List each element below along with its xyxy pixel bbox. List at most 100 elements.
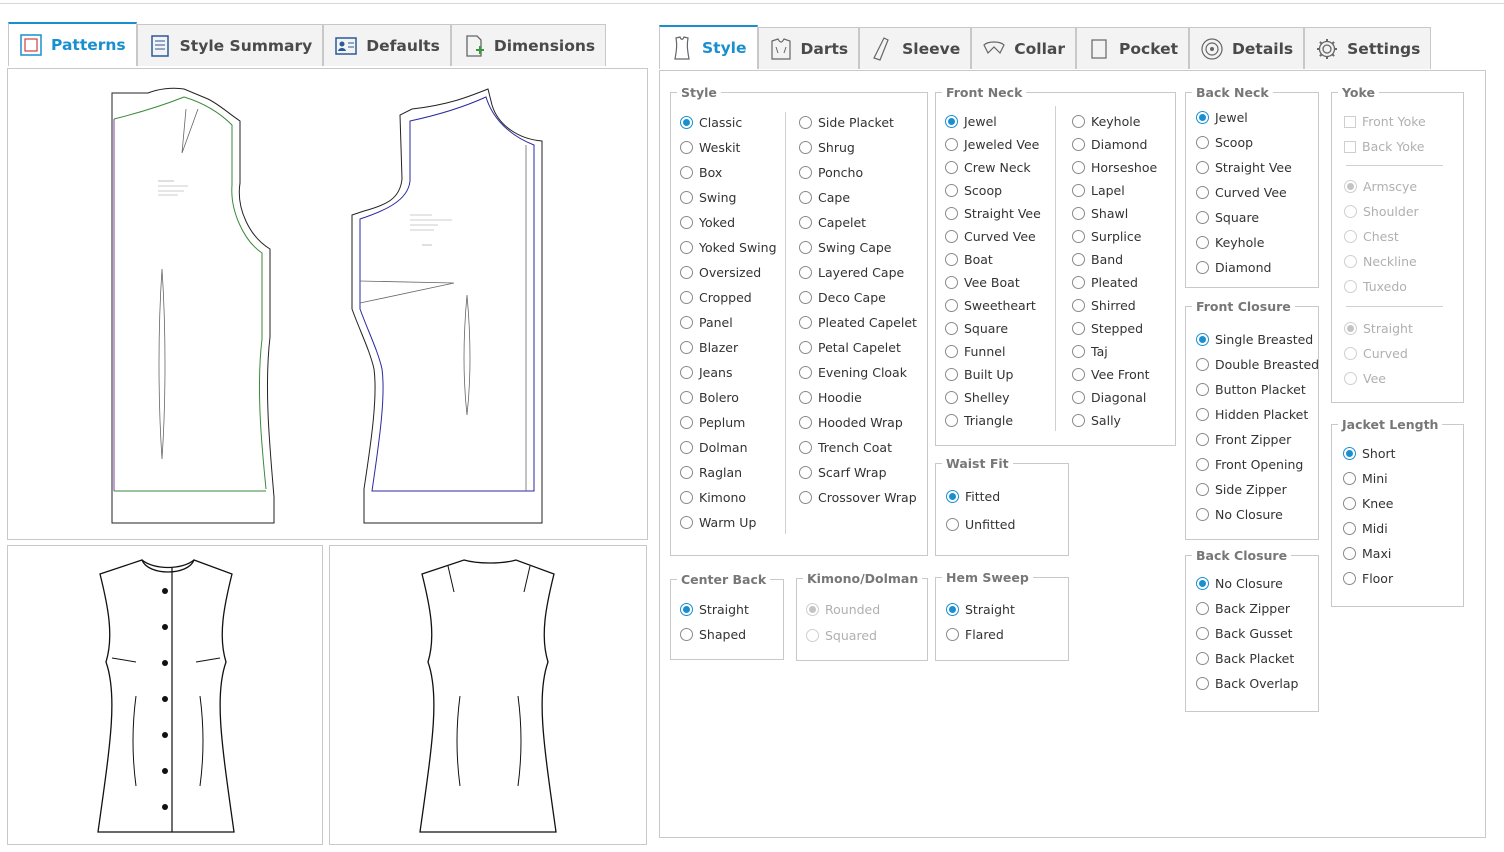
radio-circle[interactable]	[680, 628, 693, 641]
radio-circle[interactable]	[1196, 483, 1209, 496]
tab-style-summary[interactable]: Style Summary	[136, 24, 324, 66]
radio-circle[interactable]	[1343, 547, 1356, 560]
radio-circle[interactable]	[1196, 433, 1209, 446]
back-neck-radio-straight-vee[interactable]: Straight Vee	[1196, 155, 1292, 180]
radio-circle[interactable]	[1072, 414, 1085, 427]
front-neck-radio-taj[interactable]: Taj	[1072, 340, 1157, 363]
jacket-length-radio-midi[interactable]: Midi	[1343, 516, 1396, 541]
radio-circle[interactable]	[1196, 508, 1209, 521]
style-radio-crossover-wrap[interactable]: Crossover Wrap	[799, 485, 917, 510]
front-closure-radio-front-opening[interactable]: Front Opening	[1196, 452, 1319, 477]
style-radio-oversized[interactable]: Oversized	[680, 260, 777, 285]
style-radio-box[interactable]: Box	[680, 160, 777, 185]
radio-circle[interactable]	[1343, 472, 1356, 485]
tab-details[interactable]: Details	[1189, 27, 1305, 69]
radio-circle[interactable]	[799, 491, 812, 504]
radio-circle[interactable]	[1072, 138, 1085, 151]
front-closure-radio-button-placket[interactable]: Button Placket	[1196, 377, 1319, 402]
back-closure-radio-back-gusset[interactable]: Back Gusset	[1196, 621, 1298, 646]
style-radio-layered-cape[interactable]: Layered Cape	[799, 260, 917, 285]
hem-sweep-radio-flared[interactable]: Flared	[946, 622, 1015, 647]
front-neck-radio-lapel[interactable]: Lapel	[1072, 179, 1157, 202]
jacket-length-radio-mini[interactable]: Mini	[1343, 466, 1396, 491]
style-radio-capelet[interactable]: Capelet	[799, 210, 917, 235]
style-radio-swing[interactable]: Swing	[680, 185, 777, 210]
radio-circle[interactable]	[799, 416, 812, 429]
radio-circle[interactable]	[1072, 207, 1085, 220]
style-radio-bolero[interactable]: Bolero	[680, 385, 777, 410]
radio-circle[interactable]	[945, 230, 958, 243]
radio-circle[interactable]	[946, 518, 959, 531]
radio-circle[interactable]	[680, 441, 693, 454]
front-neck-radio-horseshoe[interactable]: Horseshoe	[1072, 156, 1157, 179]
radio-circle[interactable]	[1196, 677, 1209, 690]
radio-circle[interactable]	[680, 191, 693, 204]
front-closure-radio-double-breasted[interactable]: Double Breasted	[1196, 352, 1319, 377]
radio-circle[interactable]	[680, 316, 693, 329]
radio-circle[interactable]	[799, 141, 812, 154]
front-closure-radio-hidden-placket[interactable]: Hidden Placket	[1196, 402, 1319, 427]
style-radio-yoked[interactable]: Yoked	[680, 210, 777, 235]
style-radio-shrug[interactable]: Shrug	[799, 135, 917, 160]
center-back-radio-straight[interactable]: Straight	[680, 597, 749, 622]
front-neck-radio-pleated[interactable]: Pleated	[1072, 271, 1157, 294]
radio-circle[interactable]	[1196, 408, 1209, 421]
radio-circle[interactable]	[1196, 652, 1209, 665]
front-neck-radio-sweetheart[interactable]: Sweetheart	[945, 294, 1041, 317]
radio-circle[interactable]	[1196, 236, 1209, 249]
radio-circle[interactable]	[1072, 230, 1085, 243]
radio-circle[interactable]	[799, 241, 812, 254]
back-neck-radio-diamond[interactable]: Diamond	[1196, 255, 1292, 280]
front-neck-radio-funnel[interactable]: Funnel	[945, 340, 1041, 363]
radio-circle[interactable]	[1196, 186, 1209, 199]
radio-circle[interactable]	[680, 516, 693, 529]
radio-circle[interactable]	[680, 291, 693, 304]
style-radio-dolman[interactable]: Dolman	[680, 435, 777, 460]
radio-circle[interactable]	[945, 253, 958, 266]
radio-circle[interactable]	[1072, 184, 1085, 197]
front-closure-radio-front-zipper[interactable]: Front Zipper	[1196, 427, 1319, 452]
style-radio-cropped[interactable]: Cropped	[680, 285, 777, 310]
radio-circle[interactable]	[945, 299, 958, 312]
radio-circle[interactable]	[945, 391, 958, 404]
front-neck-radio-shawl[interactable]: Shawl	[1072, 202, 1157, 225]
radio-circle[interactable]	[945, 115, 958, 128]
style-radio-yoked-swing[interactable]: Yoked Swing	[680, 235, 777, 260]
front-neck-radio-built-up[interactable]: Built Up	[945, 363, 1041, 386]
radio-circle[interactable]	[680, 341, 693, 354]
radio-circle[interactable]	[945, 184, 958, 197]
radio-circle[interactable]	[945, 276, 958, 289]
radio-circle[interactable]	[1072, 276, 1085, 289]
radio-circle[interactable]	[799, 341, 812, 354]
front-closure-radio-single-breasted[interactable]: Single Breasted	[1196, 327, 1319, 352]
radio-circle[interactable]	[1072, 345, 1085, 358]
radio-circle[interactable]	[799, 216, 812, 229]
radio-circle[interactable]	[1343, 497, 1356, 510]
style-radio-panel[interactable]: Panel	[680, 310, 777, 335]
tab-darts[interactable]: Darts	[757, 27, 860, 69]
back-neck-radio-square[interactable]: Square	[1196, 205, 1292, 230]
front-neck-radio-vee-boat[interactable]: Vee Boat	[945, 271, 1041, 294]
radio-circle[interactable]	[1196, 627, 1209, 640]
radio-circle[interactable]	[1196, 577, 1209, 590]
front-neck-radio-shelley[interactable]: Shelley	[945, 386, 1041, 409]
radio-circle[interactable]	[799, 466, 812, 479]
front-neck-radio-straight-vee[interactable]: Straight Vee	[945, 202, 1041, 225]
center-back-radio-shaped[interactable]: Shaped	[680, 622, 749, 647]
radio-circle[interactable]	[1196, 383, 1209, 396]
radio-circle[interactable]	[945, 138, 958, 151]
radio-circle[interactable]	[1072, 391, 1085, 404]
radio-circle[interactable]	[799, 116, 812, 129]
back-closure-radio-no-closure[interactable]: No Closure	[1196, 571, 1298, 596]
style-radio-scarf-wrap[interactable]: Scarf Wrap	[799, 460, 917, 485]
radio-circle[interactable]	[799, 191, 812, 204]
back-closure-radio-back-overlap[interactable]: Back Overlap	[1196, 671, 1298, 696]
style-radio-raglan[interactable]: Raglan	[680, 460, 777, 485]
radio-circle[interactable]	[799, 166, 812, 179]
style-radio-kimono[interactable]: Kimono	[680, 485, 777, 510]
radio-circle[interactable]	[1072, 299, 1085, 312]
tab-collar[interactable]: Collar	[971, 27, 1077, 69]
front-neck-radio-shirred[interactable]: Shirred	[1072, 294, 1157, 317]
style-radio-hoodie[interactable]: Hoodie	[799, 385, 917, 410]
back-neck-radio-jewel[interactable]: Jewel	[1196, 105, 1292, 130]
